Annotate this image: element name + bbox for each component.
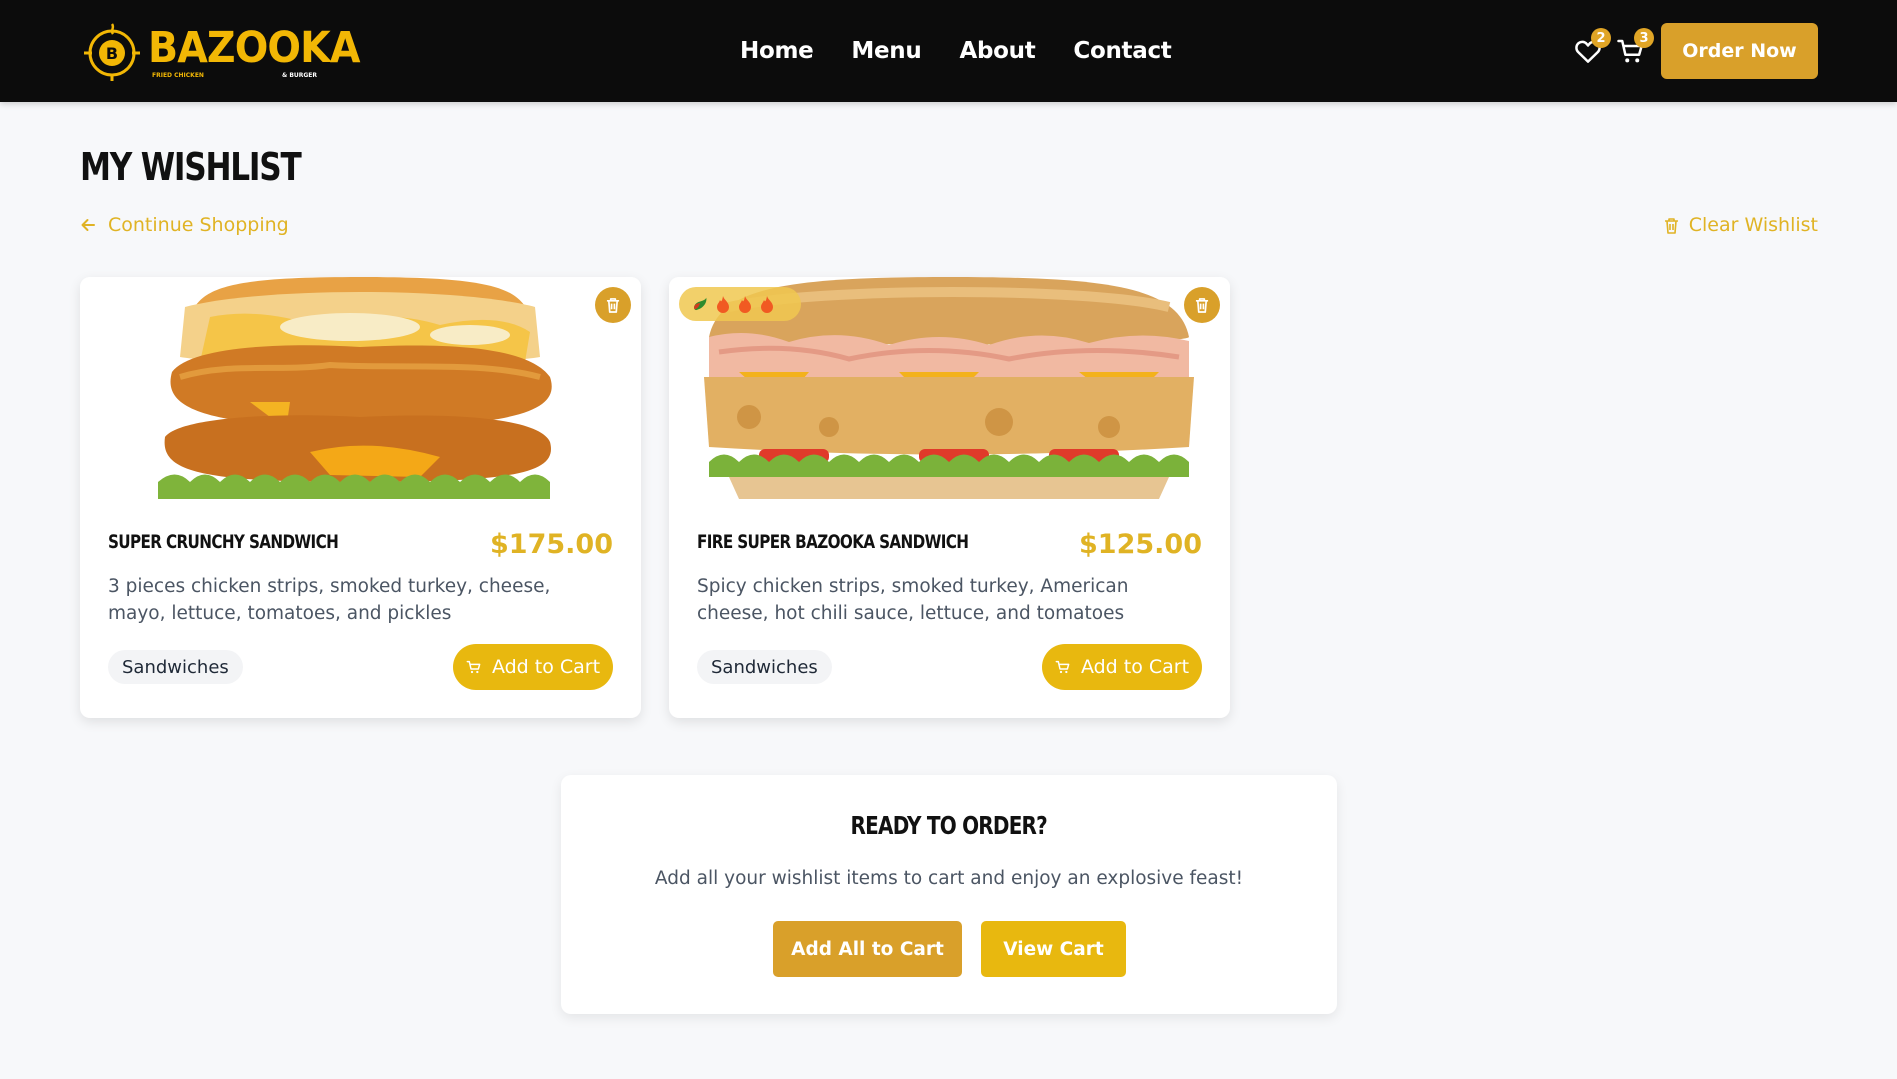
add-to-cart-button[interactable]: Add to Cart xyxy=(453,644,613,690)
add-to-cart-label: Add to Cart xyxy=(491,656,601,678)
logo-emblem-icon: B xyxy=(82,20,144,82)
trash-icon xyxy=(606,298,620,313)
clear-wishlist-label: Clear Wishlist xyxy=(1688,214,1818,236)
trash-icon xyxy=(1664,217,1678,234)
spice-level-badge xyxy=(679,287,801,321)
wishlist-card: FIRE SUPER BAZOOKA SANDWICH $125.00 Spic… xyxy=(669,277,1230,718)
trash-icon xyxy=(1195,298,1209,313)
continue-shopping-label: Continue Shopping xyxy=(108,214,289,236)
category-tag: Sandwiches xyxy=(697,650,832,684)
product-name: SUPER CRUNCHY SANDWICH xyxy=(108,531,339,553)
remove-item-button[interactable] xyxy=(595,287,631,323)
product-name: FIRE SUPER BAZOOKA SANDWICH xyxy=(697,531,969,553)
order-now-button[interactable]: Order Now xyxy=(1661,23,1818,79)
product-price: $125.00 xyxy=(1079,529,1202,560)
wishlist-button[interactable]: 2 xyxy=(1573,28,1611,66)
cart-count-badge: 3 xyxy=(1634,28,1654,48)
top-navbar: B BAZOOKA FRIED CHICKEN & BURGER Home Me… xyxy=(0,0,1897,102)
continue-shopping-link[interactable]: Continue Shopping xyxy=(80,214,289,236)
logo-wordmark: BAZOOKA xyxy=(148,23,360,73)
product-description: Spicy chicken strips, smoked turkey, Ame… xyxy=(697,576,1129,624)
category-tag: Sandwiches xyxy=(108,650,243,684)
svg-text:B: B xyxy=(106,44,118,63)
product-description: 3 pieces chicken strips, smoked turkey, … xyxy=(108,576,551,624)
add-to-cart-button[interactable]: Add to Cart xyxy=(1042,644,1202,690)
ready-to-order-panel: READY TO ORDER? Add all your wishlist it… xyxy=(561,775,1337,1014)
panel-subtitle: Add all your wishlist items to cart and … xyxy=(654,868,1244,889)
add-to-cart-label: Add to Cart xyxy=(1080,656,1190,678)
nav-menu[interactable]: Menu xyxy=(851,38,921,64)
view-cart-button[interactable]: View Cart xyxy=(981,921,1126,977)
main-nav: Home Menu About Contact xyxy=(740,0,1172,102)
panel-title: READY TO ORDER? xyxy=(850,811,1048,840)
bazooka-logo[interactable]: B BAZOOKA FRIED CHICKEN & BURGER xyxy=(82,20,360,82)
cart-button[interactable]: 3 xyxy=(1616,28,1654,66)
add-all-to-cart-button[interactable]: Add All to Cart xyxy=(773,921,962,977)
wishlist-count-badge: 2 xyxy=(1591,28,1611,48)
flame-icon xyxy=(717,296,729,313)
cart-icon xyxy=(466,660,481,674)
page-title: MY WISHLIST xyxy=(80,145,302,189)
wishlist-card: SUPER CRUNCHY SANDWICH $175.00 3 pieces … xyxy=(80,277,641,718)
chili-icon xyxy=(694,297,707,311)
nav-about[interactable]: About xyxy=(959,38,1035,64)
cart-icon xyxy=(1055,660,1070,674)
flame-icon xyxy=(739,296,751,313)
arrow-left-icon xyxy=(81,219,95,231)
clear-wishlist-link[interactable]: Clear Wishlist xyxy=(1664,214,1818,236)
nav-home[interactable]: Home xyxy=(740,38,814,64)
logo-tagline-right: & BURGER xyxy=(282,72,318,79)
product-price: $175.00 xyxy=(490,529,613,560)
logo-tagline-left: FRIED CHICKEN xyxy=(152,72,204,79)
flame-icon xyxy=(761,296,773,313)
remove-item-button[interactable] xyxy=(1184,287,1220,323)
product-image-chicken-sandwich[interactable] xyxy=(80,277,641,499)
nav-contact[interactable]: Contact xyxy=(1073,38,1171,64)
